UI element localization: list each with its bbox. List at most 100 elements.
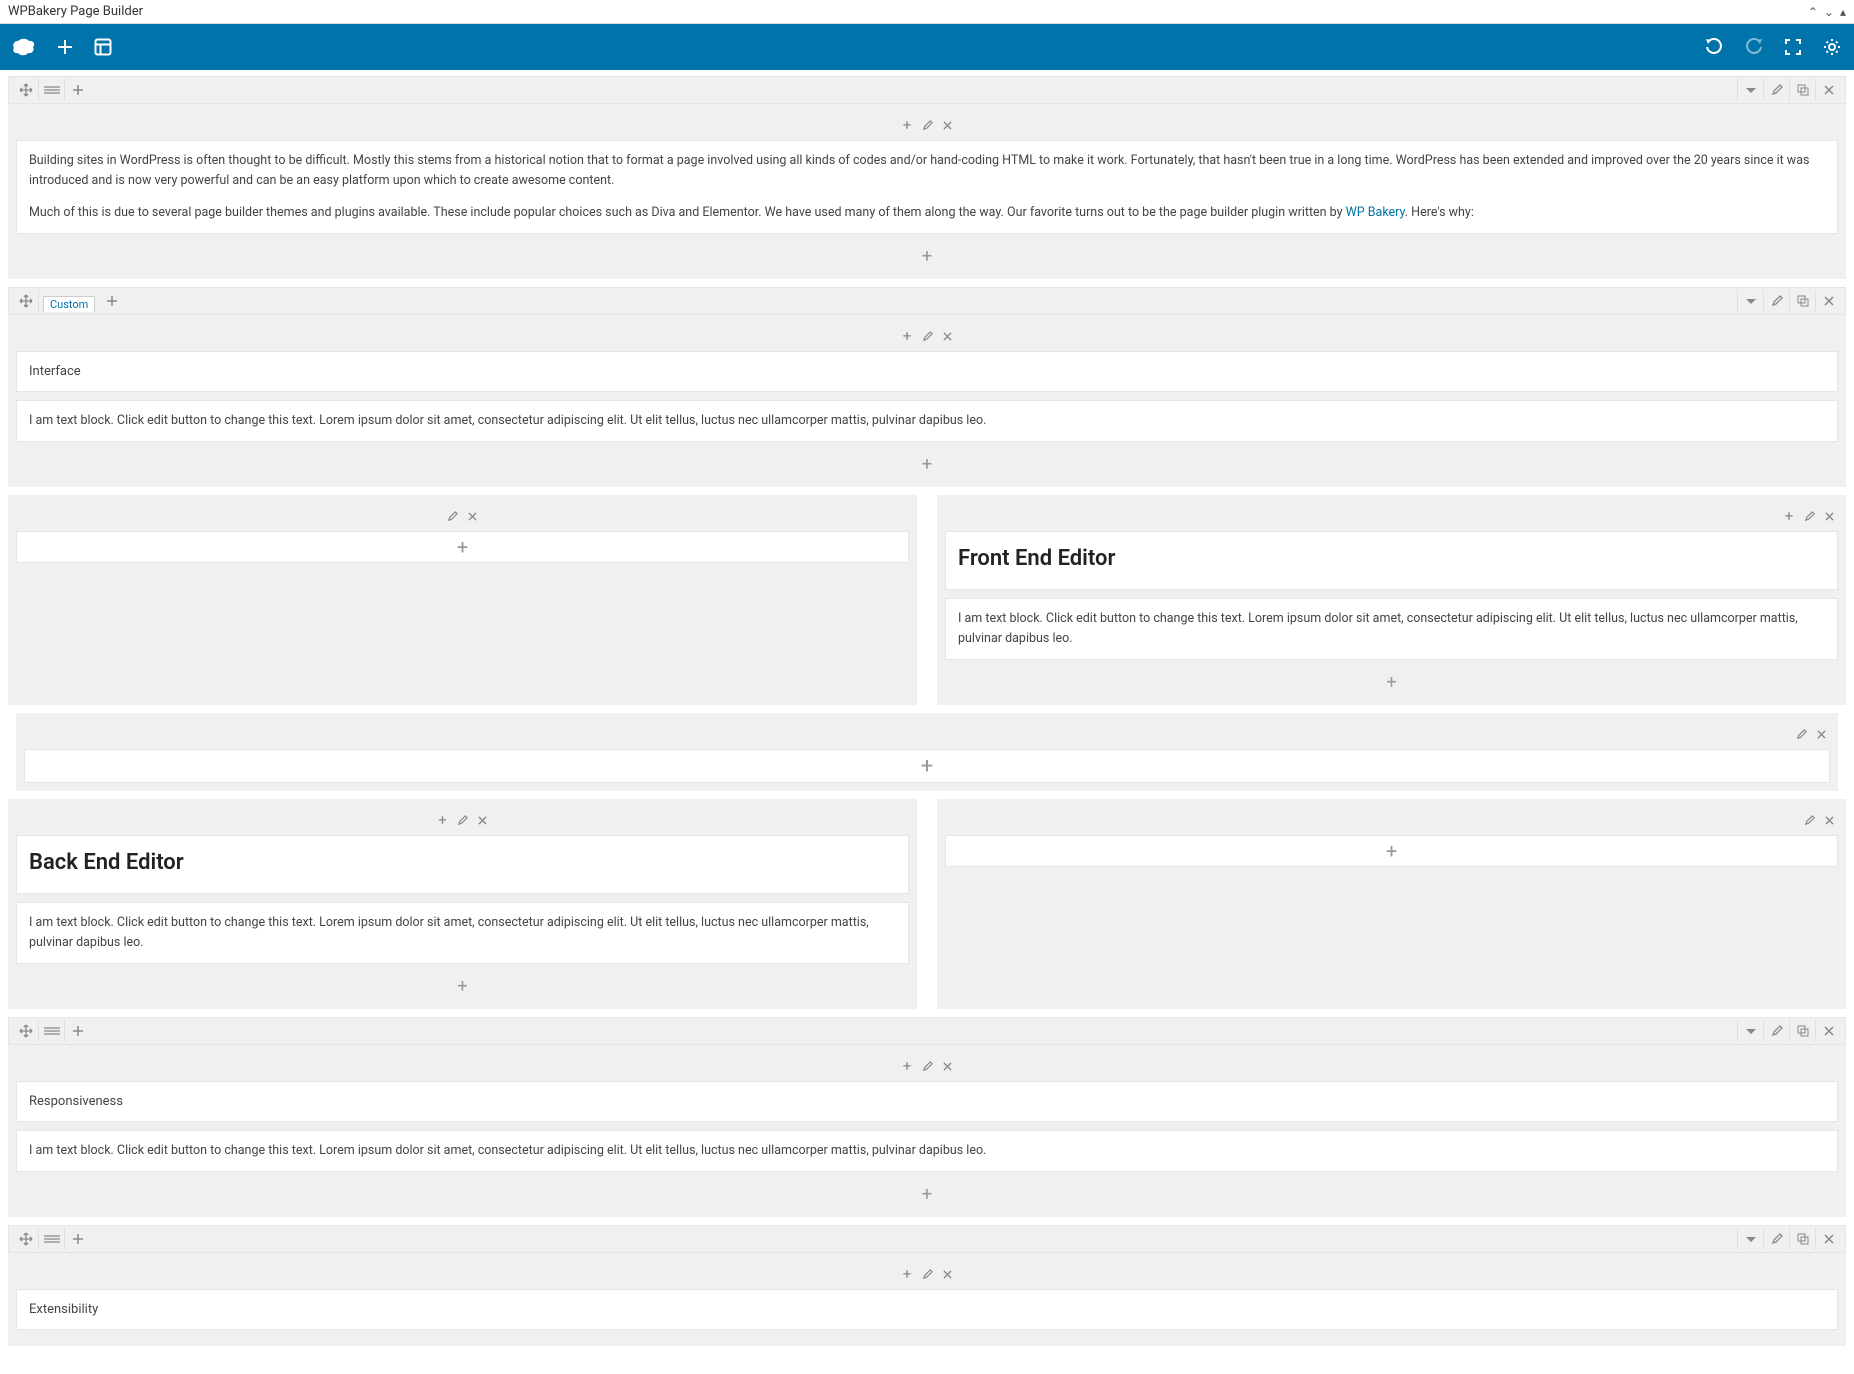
column-prepend-icon[interactable]: + bbox=[898, 116, 916, 134]
column-left: + bbox=[8, 495, 917, 705]
column-delete-icon[interactable] bbox=[938, 1057, 956, 1075]
text-block[interactable]: I am text block. Click edit button to ch… bbox=[16, 902, 909, 964]
row-clone-icon[interactable] bbox=[1789, 290, 1815, 312]
row-edit-icon[interactable] bbox=[1763, 1228, 1789, 1250]
text-block[interactable]: I am text block. Click edit button to ch… bbox=[16, 400, 1838, 442]
row-toggle-icon[interactable] bbox=[1737, 79, 1763, 101]
templates-button[interactable] bbox=[94, 38, 112, 56]
row-3: + + Front End Editor I am text block. Cl… bbox=[8, 495, 1846, 705]
heading-block[interactable]: Back End Editor bbox=[16, 835, 909, 894]
column-delete-icon[interactable] bbox=[1820, 811, 1838, 829]
window-chevron-icon[interactable]: ▴ bbox=[1840, 5, 1846, 19]
heading-text: Back End Editor bbox=[29, 850, 896, 875]
column-append-icon[interactable]: + bbox=[16, 450, 1838, 479]
row-move-icon[interactable] bbox=[13, 290, 39, 312]
text-content: I am text block. Click edit button to ch… bbox=[29, 913, 896, 953]
column-prepend-icon[interactable]: + bbox=[434, 811, 452, 829]
row-delete-icon[interactable] bbox=[1815, 79, 1841, 101]
row-add-icon[interactable] bbox=[99, 290, 125, 312]
text-block[interactable]: I am text block. Click edit button to ch… bbox=[945, 598, 1838, 660]
row-custom-label[interactable]: Custom bbox=[43, 296, 95, 312]
row-edit-icon[interactable] bbox=[1763, 1020, 1789, 1042]
column-delete-icon[interactable] bbox=[938, 116, 956, 134]
row-add-icon[interactable] bbox=[65, 79, 91, 101]
row-clone-icon[interactable] bbox=[1789, 1228, 1815, 1250]
fullscreen-button[interactable] bbox=[1784, 38, 1802, 56]
column-delete-icon[interactable] bbox=[1820, 507, 1838, 525]
row-toggle-icon[interactable] bbox=[1737, 1020, 1763, 1042]
column-edit-icon[interactable] bbox=[454, 811, 472, 829]
row-columns-icon[interactable] bbox=[39, 1228, 65, 1250]
row-toggle-icon[interactable] bbox=[1737, 290, 1763, 312]
wpbakery-logo-icon[interactable] bbox=[12, 37, 36, 57]
empty-row: + bbox=[16, 713, 1838, 791]
column-append-icon[interactable]: + bbox=[16, 972, 909, 1001]
heading-block[interactable]: Responsiveness bbox=[16, 1081, 1838, 1122]
column-append-icon[interactable]: + bbox=[16, 1180, 1838, 1209]
row-move-icon[interactable] bbox=[13, 1020, 39, 1042]
column-edit-icon[interactable] bbox=[1800, 507, 1818, 525]
row-add-icon[interactable] bbox=[65, 1020, 91, 1042]
row-columns-icon[interactable] bbox=[39, 79, 65, 101]
column-delete-icon[interactable] bbox=[938, 327, 956, 345]
column-edit-icon[interactable] bbox=[1800, 811, 1818, 829]
row-2: Custom + Interface I am text block. Clic… bbox=[8, 287, 1846, 487]
heading-text: Front End Editor bbox=[958, 546, 1825, 571]
row-delete-icon[interactable] bbox=[1815, 1020, 1841, 1042]
undo-button[interactable] bbox=[1704, 37, 1724, 57]
column-prepend-icon[interactable]: + bbox=[1780, 507, 1798, 525]
row-move-icon[interactable] bbox=[13, 79, 39, 101]
add-element-slot[interactable]: + bbox=[24, 749, 1830, 783]
column-edit-icon[interactable] bbox=[1792, 725, 1810, 743]
builder-canvas: + Building sites in WordPress is often t… bbox=[0, 70, 1854, 1374]
heading-block[interactable]: Extensibility bbox=[16, 1289, 1838, 1330]
column-delete-icon[interactable] bbox=[938, 1265, 956, 1283]
column-left: + Back End Editor I am text block. Click… bbox=[8, 799, 917, 1009]
column-edit-icon[interactable] bbox=[918, 327, 936, 345]
column-append-icon[interactable]: + bbox=[945, 668, 1838, 697]
row-delete-icon[interactable] bbox=[1815, 290, 1841, 312]
wpbakery-link[interactable]: WP Bakery bbox=[1346, 205, 1405, 220]
row-move-icon[interactable] bbox=[13, 1228, 39, 1250]
column-edit-icon[interactable] bbox=[918, 116, 936, 134]
heading-block[interactable]: Interface bbox=[16, 351, 1838, 392]
row-clone-icon[interactable] bbox=[1789, 1020, 1815, 1042]
row-add-icon[interactable] bbox=[65, 1228, 91, 1250]
window-title: WPBakery Page Builder bbox=[8, 4, 143, 19]
window-collapse-icon[interactable]: ⌃ bbox=[1808, 5, 1818, 19]
row-1: + Building sites in WordPress is often t… bbox=[8, 76, 1846, 279]
redo-button[interactable] bbox=[1744, 37, 1764, 57]
add-element-slot[interactable]: + bbox=[945, 835, 1838, 867]
column-prepend-icon[interactable]: + bbox=[898, 327, 916, 345]
row-clone-icon[interactable] bbox=[1789, 79, 1815, 101]
add-element-button[interactable] bbox=[56, 38, 74, 56]
row-delete-icon[interactable] bbox=[1815, 1228, 1841, 1250]
row-edit-icon[interactable] bbox=[1763, 290, 1789, 312]
column-delete-icon[interactable] bbox=[474, 811, 492, 829]
column-append-icon[interactable]: + bbox=[16, 242, 1838, 271]
row-columns-icon[interactable] bbox=[39, 1020, 65, 1042]
row-toggle-icon[interactable] bbox=[1737, 1228, 1763, 1250]
row-edit-icon[interactable] bbox=[1763, 79, 1789, 101]
row-6: + Extensibility bbox=[8, 1225, 1846, 1346]
column-edit-icon[interactable] bbox=[918, 1265, 936, 1283]
column-right: + bbox=[937, 799, 1846, 1009]
heading-text: Responsiveness bbox=[29, 1094, 1825, 1109]
window-header: WPBakery Page Builder ⌃ ⌄ ▴ bbox=[0, 0, 1854, 24]
row-5: + Responsiveness I am text block. Click … bbox=[8, 1017, 1846, 1217]
column-delete-icon[interactable] bbox=[1812, 725, 1830, 743]
column-delete-icon[interactable] bbox=[464, 507, 482, 525]
add-element-slot[interactable]: + bbox=[16, 531, 909, 563]
text-content: I am text block. Click edit button to ch… bbox=[958, 609, 1825, 649]
text-content: I am text block. Click edit button to ch… bbox=[29, 411, 1825, 431]
window-expand-icon[interactable]: ⌄ bbox=[1824, 5, 1834, 19]
settings-button[interactable] bbox=[1822, 37, 1842, 57]
column-edit-icon[interactable] bbox=[444, 507, 462, 525]
heading-block[interactable]: Front End Editor bbox=[945, 531, 1838, 590]
column-edit-icon[interactable] bbox=[918, 1057, 936, 1075]
text-content-2: Much of this is due to several page buil… bbox=[29, 203, 1825, 223]
text-block[interactable]: Building sites in WordPress is often tho… bbox=[16, 140, 1838, 234]
text-block[interactable]: I am text block. Click edit button to ch… bbox=[16, 1130, 1838, 1172]
column-prepend-icon[interactable]: + bbox=[898, 1265, 916, 1283]
column-prepend-icon[interactable]: + bbox=[898, 1057, 916, 1075]
